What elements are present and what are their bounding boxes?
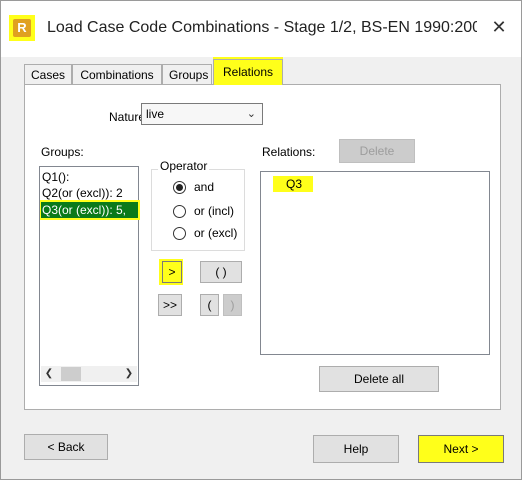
nature-value: live	[146, 107, 165, 121]
radio-selected-icon	[173, 181, 186, 195]
groups-label: Groups:	[41, 145, 84, 159]
radio-label: and	[194, 180, 215, 194]
list-item[interactable]: Q2(or (excl)): 2	[41, 185, 123, 201]
next-button[interactable]: Next >	[418, 435, 504, 463]
groups-listbox[interactable]: Q1(): Q2(or (excl)): 2 Q3(or (excl)): 5,…	[39, 166, 140, 386]
paren-open-button[interactable]: (	[200, 294, 219, 316]
paren-pair-button[interactable]: ( )	[200, 261, 242, 283]
list-item[interactable]: Q1():	[41, 169, 69, 185]
radio-icon	[173, 205, 186, 219]
scroll-left-icon[interactable]: ❮	[41, 366, 57, 382]
radio-and[interactable]: and	[173, 178, 214, 196]
tab-groups[interactable]: Groups	[162, 64, 212, 84]
list-item-selected[interactable]: Q3(or (excl)): 5,	[41, 202, 138, 218]
add-button[interactable]: >	[162, 261, 182, 283]
scroll-right-icon[interactable]: ❯	[121, 366, 137, 382]
app-icon: R	[13, 19, 31, 37]
delete-all-button[interactable]: Delete all	[319, 366, 439, 392]
tab-relations[interactable]: Relations	[213, 59, 283, 85]
relations-listbox[interactable]: Q3	[260, 171, 490, 355]
tab-combinations[interactable]: Combinations	[72, 64, 162, 84]
scroll-thumb[interactable]	[61, 367, 81, 381]
radio-or-excl[interactable]: or (excl)	[173, 224, 237, 242]
horizontal-scrollbar[interactable]: ❮ ❯	[41, 366, 137, 382]
window-title: Load Case Code Combinations - Stage 1/2,…	[47, 19, 477, 36]
nature-select[interactable]: live ⌄	[141, 103, 263, 125]
delete-button[interactable]: Delete	[339, 139, 415, 163]
help-button[interactable]: Help	[313, 435, 399, 463]
radio-or-incl[interactable]: or (incl)	[173, 202, 234, 220]
operator-legend: Operator	[158, 159, 210, 173]
add-all-button[interactable]: >>	[158, 294, 182, 316]
close-icon[interactable]: ✕	[487, 15, 511, 39]
radio-label: or (incl)	[194, 204, 235, 218]
radio-label: or (excl)	[194, 226, 238, 240]
radio-icon	[173, 227, 186, 241]
chevron-down-icon: ⌄	[246, 108, 256, 120]
dialog-window: R Load Case Code Combinations - Stage 1/…	[0, 0, 522, 480]
tab-cases[interactable]: Cases	[24, 64, 72, 84]
title-bar: R Load Case Code Combinations - Stage 1/…	[1, 1, 521, 57]
list-item[interactable]: Q3	[285, 176, 302, 192]
back-button[interactable]: < Back	[24, 434, 108, 460]
paren-close-button[interactable]: )	[223, 294, 242, 316]
relations-label: Relations:	[262, 145, 316, 159]
